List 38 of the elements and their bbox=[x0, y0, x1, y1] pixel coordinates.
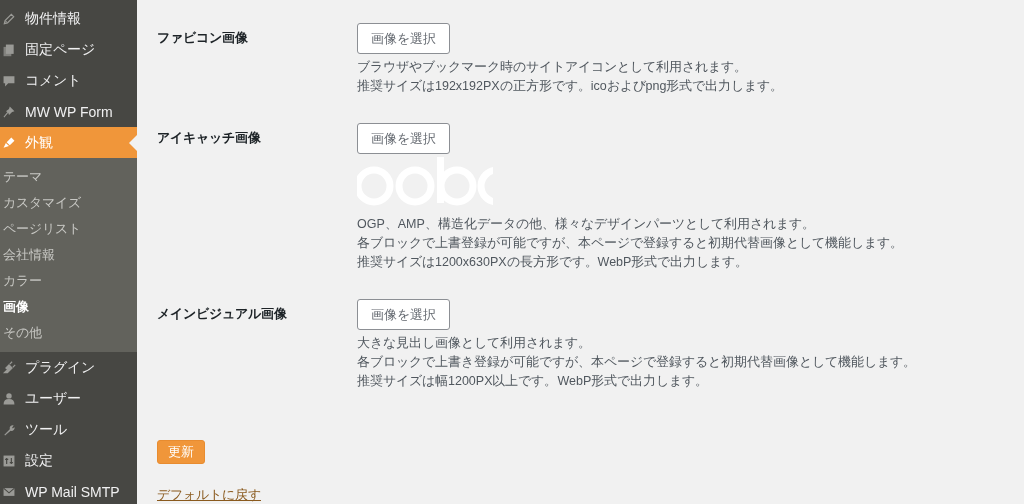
submenu-item[interactable]: 会社情報 bbox=[0, 242, 137, 268]
submenu-item[interactable]: テーマ bbox=[0, 164, 137, 190]
menu-item[interactable]: 固定ページ bbox=[0, 34, 137, 65]
menu-item[interactable]: WP Mail SMTP bbox=[0, 476, 137, 504]
submenu-item[interactable]: カラー bbox=[0, 268, 137, 294]
description-text: 推奨サイズは1200x630PXの長方形です。WebP形式で出力します。 bbox=[357, 254, 750, 271]
description-text: 各ブロックで上書登録が可能ですが、本ページで登録すると初期代替画像として機能します。 bbox=[357, 235, 903, 252]
description-text: 大きな見出し画像として利用されます。 bbox=[357, 335, 592, 352]
submenu-item[interactable]: カスタマイズ bbox=[0, 190, 137, 216]
description-text: ブラウザやブックマーク時のサイトアイコンとして利用されます。 bbox=[357, 59, 748, 76]
setting-label: アイキャッチ画像 bbox=[157, 129, 262, 147]
comment-icon bbox=[2, 73, 16, 88]
menu-item[interactable]: 設定 bbox=[0, 445, 137, 476]
select-image-button[interactable]: 画像を選択 bbox=[357, 23, 450, 54]
submenu-item[interactable]: 画像 bbox=[0, 294, 137, 320]
description-text: OGP、AMP、構造化データの他、様々なデザインパーツとして利用されます。 bbox=[357, 216, 816, 233]
menu-item[interactable]: MW WP Form bbox=[0, 96, 137, 127]
pin-icon bbox=[2, 104, 16, 119]
menu-item[interactable]: プラグイン bbox=[0, 352, 137, 383]
setting-label: メインビジュアル画像 bbox=[157, 305, 288, 323]
description-text: 各ブロックで上書き登録が可能ですが、本ページで登録すると初期代替画像として機能します。 bbox=[357, 354, 916, 371]
reset-link[interactable]: デフォルトに戻す bbox=[157, 486, 261, 504]
menu-item[interactable]: コメント bbox=[0, 65, 137, 96]
pages-icon bbox=[2, 42, 16, 57]
brush-icon bbox=[2, 135, 16, 150]
menu-item[interactable]: ツール bbox=[0, 414, 137, 445]
select-image-button[interactable]: 画像を選択 bbox=[357, 299, 450, 330]
pencil-icon bbox=[2, 11, 16, 26]
submenu-item[interactable]: ページリスト bbox=[0, 216, 137, 242]
menu-item[interactable]: 物件情報 bbox=[0, 3, 137, 34]
setting-label: ファビコン画像 bbox=[157, 29, 249, 47]
description-text: 推奨サイズは192x192PXの正方形です。icoおよびpng形式で出力します。 bbox=[357, 78, 784, 95]
description-text: 推奨サイズは幅1200PX以上です。WebP形式で出力します。 bbox=[357, 373, 710, 390]
user-icon bbox=[2, 391, 16, 406]
select-image-button[interactable]: 画像を選択 bbox=[357, 123, 450, 154]
submenu-item[interactable]: その他 bbox=[0, 320, 137, 346]
wrench-icon bbox=[2, 422, 16, 437]
menu-item[interactable]: ユーザー bbox=[0, 383, 137, 414]
